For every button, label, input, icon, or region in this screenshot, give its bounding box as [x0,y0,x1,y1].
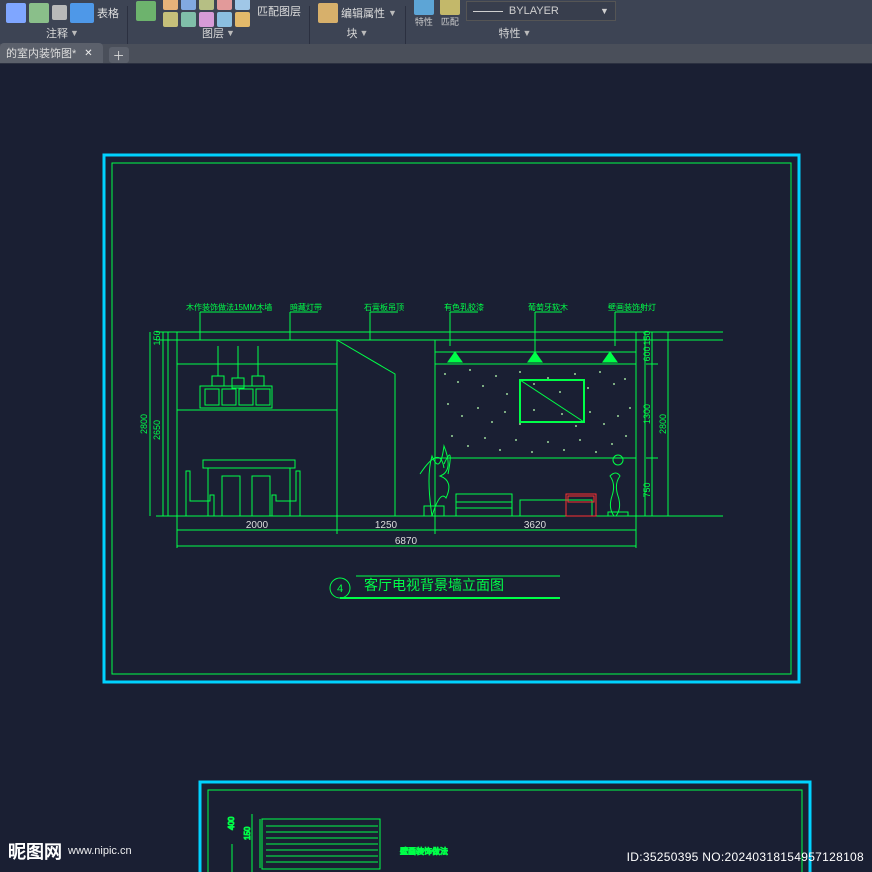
drawing-title: 客厅电视背景墙立面图 [364,577,504,593]
annot-cork: 葡萄牙软木 [528,302,568,312]
match-layer-label[interactable]: 匹配图层 [257,3,301,19]
watermark-brand: 昵图网 www.nipic.cn [8,838,132,864]
dim-v750: 750 [642,482,652,497]
file-tab-bar: 的室内装饰图* ✕ ＋ [0,44,872,64]
drawing-canvas[interactable]: 壁画装饰做法 400 150 [0,64,872,872]
dim-2000: 2000 [246,520,269,531]
ribbon-group-label-layers[interactable]: 图层▼ [202,25,235,44]
ribbon-group-block: 编辑属性 ▼ 块▼ [312,0,403,44]
dim-v2800l: 2800 [139,414,149,434]
elevation-drawing: 木作装饰做法15MM木墙 暗藏灯带 石膏板吊顶 有色乳胶漆 葡萄牙软木 壁画装饰… [139,302,723,598]
ribbon-group-layers: 匹配图层 图层▼ [130,0,307,44]
edit-attr-label[interactable]: 编辑属性 [341,5,385,21]
watermark-id: ID:35250395 NO:20240318154957128108 [627,850,864,864]
annot-led: 暗藏灯带 [290,302,322,312]
dim-6870: 6870 [395,536,418,547]
dim-v2800r: 2800 [658,414,668,434]
dim-v2650: 2650 [152,420,162,440]
file-tab[interactable]: 的室内装饰图* ✕ [0,43,103,63]
ribbon-group-label-block[interactable]: 块▼ [347,25,369,44]
dim-3620: 3620 [524,520,547,531]
ribbon-group-prepanel: 表格 注释▼ [0,0,125,44]
annot-spot: 壁画装饰射灯 [608,302,656,312]
close-icon[interactable]: ✕ [84,48,92,59]
table-button-label[interactable]: 表格 [97,5,119,21]
annot-gypsum: 石膏板吊顶 [364,302,404,312]
svg-text:400: 400 [227,816,236,830]
ribbon-group-props: 特性 匹配 BYLAYER ▼ 特性▼ [408,0,622,44]
ribbon-toolbar: 表格 注释▼ [0,0,872,44]
bylayer-dropdown[interactable]: BYLAYER ▼ [466,1,616,21]
svg-text:壁画装饰做法: 壁画装饰做法 [400,846,448,856]
frame2-drawing: 壁画装饰做法 400 150 [227,814,448,872]
ribbon-group-label-annotate[interactable]: 注释▼ [46,25,79,44]
annot-paint: 有色乳胶漆 [444,302,484,312]
ribbon-group-label-props[interactable]: 特性▼ [498,25,531,44]
drawing-ref: 4 [337,583,343,595]
dim-1250: 1250 [375,520,398,531]
drawing-title-block: 4 客厅电视背景墙立面图 [330,576,560,598]
dim-v150r: 150 [642,330,652,345]
frame-outer [104,155,799,682]
new-tab-button[interactable]: ＋ [109,47,129,63]
dim-v150l: 150 [152,330,162,345]
dim-v1300: 1300 [642,404,652,424]
annot-wood: 木作装饰做法15MM木墙 [186,302,272,312]
dim-v600: 600 [642,346,652,361]
svg-text:150: 150 [243,826,252,840]
